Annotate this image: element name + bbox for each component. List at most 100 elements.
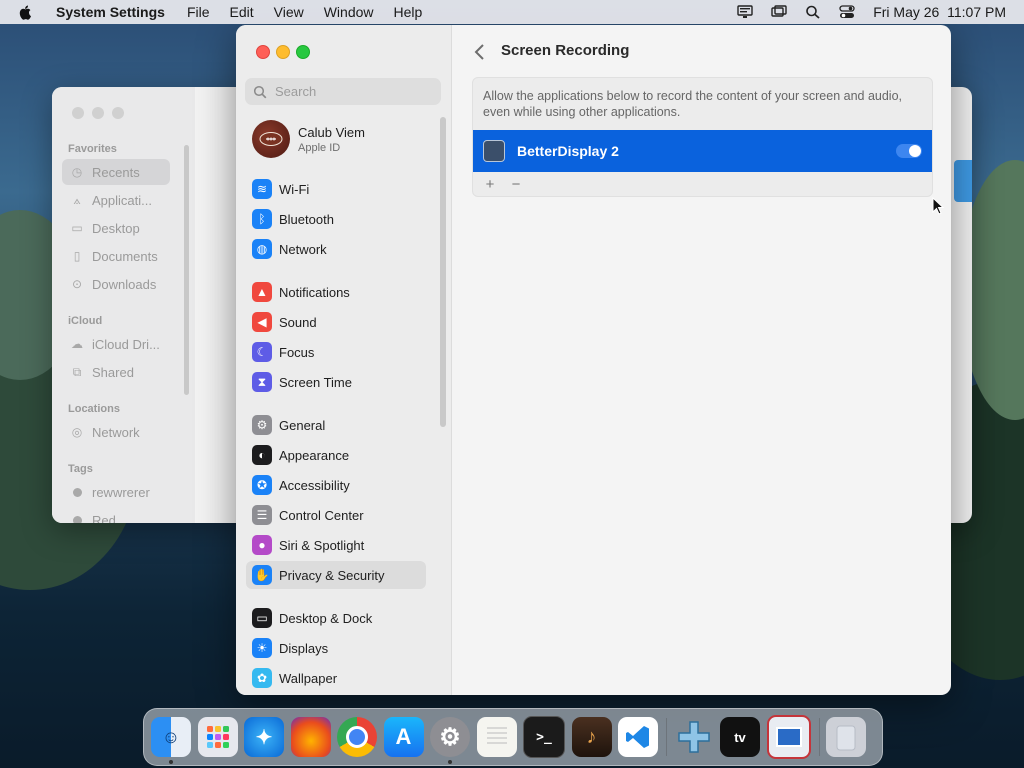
screen-recording-toggle[interactable] — [896, 144, 922, 158]
menu-window[interactable]: Window — [324, 4, 374, 20]
finder-dock-icon[interactable]: ☺ — [151, 717, 191, 764]
bluetooth-icon: ᛒ — [252, 209, 272, 229]
avatar — [252, 120, 290, 158]
back-chevron-icon[interactable] — [470, 42, 490, 62]
wifi-icon: ≋ — [252, 179, 272, 199]
finder-item-applications[interactable]: ⟑ Applicati... — [62, 187, 170, 213]
finder-item-network[interactable]: ◎ Network — [62, 419, 170, 445]
finder-section-icloud: iCloud — [68, 315, 103, 327]
finder-item-desktop[interactable]: ▭ Desktop — [62, 215, 170, 241]
sidebar-item-siri-spotlight[interactable]: ● Siri & Spotlight — [246, 531, 426, 559]
finder-item-documents[interactable]: ▯ Documents — [62, 243, 170, 269]
display-menu-icon[interactable] — [737, 5, 753, 19]
apple-id-profile[interactable]: Calub Viem Apple ID — [252, 119, 442, 159]
finder-close-button[interactable] — [72, 107, 84, 119]
menu-edit[interactable]: Edit — [230, 4, 254, 20]
chrome-dock-icon[interactable] — [337, 717, 377, 757]
betterdisplay-dock-icon[interactable] — [766, 715, 811, 759]
terminal-dock-icon[interactable]: >_ — [523, 716, 565, 758]
finder-item-downloads[interactable]: ⊙ Downloads — [62, 271, 170, 297]
finder-scrollbar[interactable] — [184, 145, 189, 395]
sidebar-scrollbar[interactable] — [440, 117, 446, 427]
sidebar-item-screen-time[interactable]: ⧗ Screen Time — [246, 368, 426, 396]
firefox-dock-icon[interactable] — [290, 717, 331, 757]
ppsspp-dock-icon[interactable] — [674, 717, 714, 757]
clock-icon: ◷ — [71, 165, 83, 179]
sidebar-item-control-center[interactable]: ☰ Control Center — [246, 501, 426, 529]
running-indicator — [448, 760, 452, 764]
menu-bar-clock[interactable]: Fri May 26 11:07 PM — [873, 4, 1006, 20]
sidebar-item-displays[interactable]: ☀ Displays — [246, 634, 426, 662]
dock-icon: ▭ — [252, 608, 272, 628]
finder-tag-item[interactable]: Red — [62, 507, 170, 523]
finder-section-favorites: Favorites — [68, 143, 117, 155]
cloud-icon: ☁ — [71, 337, 83, 351]
search-placeholder: Search — [275, 84, 317, 99]
screen-mirroring-icon[interactable] — [771, 5, 787, 19]
app-store-dock-icon[interactable]: A — [383, 717, 424, 757]
finder-item-shared[interactable]: ⧉ Shared — [62, 359, 170, 385]
app-menu[interactable]: System Settings — [56, 4, 165, 20]
textedit-dock-icon[interactable] — [476, 717, 517, 757]
close-button[interactable] — [256, 45, 270, 59]
bell-icon: ▲ — [252, 282, 272, 302]
screen-recording-pane: Screen Recording Allow the applications … — [452, 25, 951, 695]
minimize-button[interactable] — [276, 45, 290, 59]
textedit-page-icon — [486, 727, 507, 744]
apple-menu-icon[interactable] — [18, 4, 34, 20]
sidebar-item-wi-fi[interactable]: ≋ Wi-Fi — [246, 175, 426, 203]
finder-zoom-button[interactable] — [112, 107, 124, 119]
sidebar-item-appearance[interactable]: ◐ Appearance — [246, 441, 426, 469]
sidebar-item-label: Screen Time — [279, 374, 352, 390]
profile-name: Calub Viem — [298, 124, 365, 140]
garageband-dock-icon[interactable]: ♪ — [571, 717, 612, 757]
shared-folder-icon: ⧉ — [72, 365, 82, 379]
apple-tv-dock-icon[interactable]: tv — [720, 717, 760, 757]
sidebar-item-label: Network — [279, 241, 327, 257]
finder-minimize-button[interactable] — [92, 107, 104, 119]
finder-tag-item[interactable]: rewwrerer — [62, 479, 170, 505]
sidebar-item-label: Desktop & Dock — [279, 610, 373, 626]
sidebar-item-label: Accessibility — [279, 477, 350, 493]
search-field[interactable]: Search — [245, 78, 441, 105]
finder-item-recents[interactable]: ◷ Recents — [62, 159, 170, 185]
sidebar-item-notifications[interactable]: ▲ Notifications — [246, 278, 426, 306]
sidebar-item-sound[interactable]: ◀ Sound — [246, 308, 426, 336]
zoom-button[interactable] — [296, 45, 310, 59]
sidebar-item-privacy-security[interactable]: ✋ Privacy & Security — [246, 561, 426, 589]
page-title: Screen Recording — [501, 42, 630, 59]
app-row-betterdisplay[interactable]: BetterDisplay 2 — [473, 130, 932, 172]
sidebar-item-bluetooth[interactable]: ᛒ Bluetooth — [246, 205, 426, 233]
speaker-icon: ◀ — [252, 312, 272, 332]
globe-icon: ◍ — [252, 239, 272, 259]
sidebar-item-desktop-dock[interactable]: ▭ Desktop & Dock — [246, 604, 426, 632]
permission-description: Allow the applications below to record t… — [483, 89, 903, 119]
safari-dock-icon[interactable]: ✦ — [244, 717, 284, 757]
remove-app-button[interactable]: − — [507, 176, 525, 193]
sidebar-item-focus[interactable]: ☾ Focus — [246, 338, 426, 366]
football-icon — [259, 132, 283, 146]
menu-file[interactable]: File — [187, 4, 210, 20]
sidebar-item-network[interactable]: ◍ Network — [246, 235, 426, 263]
toggle-knob — [909, 145, 921, 157]
sidebar-item-wallpaper[interactable]: ✿ Wallpaper — [246, 664, 426, 692]
sidebar-item-label: Notifications — [279, 284, 350, 300]
system-settings-window: Search Calub Viem Apple ID ≋ Wi-Fi ᛒ Blueto… — [236, 25, 951, 695]
menu-help[interactable]: Help — [394, 4, 423, 20]
tag-dot-icon — [73, 515, 82, 523]
sidebar-item-accessibility[interactable]: ✪ Accessibility — [246, 471, 426, 499]
system-settings-dock-icon[interactable]: ⚙ — [430, 717, 470, 764]
spotlight-search-icon[interactable] — [805, 5, 821, 19]
sidebar-item-label: Control Center — [279, 507, 364, 523]
tag-dot-icon — [73, 487, 82, 497]
add-app-button[interactable]: + — [481, 176, 499, 193]
trash-dock-icon[interactable] — [826, 717, 866, 757]
launchpad-dock-icon[interactable] — [197, 717, 238, 757]
sidebar-item-label: Displays — [279, 640, 329, 656]
menu-view[interactable]: View — [274, 4, 304, 20]
toggles-icon: ☰ — [252, 505, 272, 525]
sidebar-item-general[interactable]: ⚙ General — [246, 411, 426, 439]
vscode-dock-icon[interactable] — [618, 717, 658, 757]
control-center-icon[interactable] — [839, 5, 855, 19]
finder-item-icloud-drive[interactable]: ☁ iCloud Dri... — [62, 331, 170, 357]
